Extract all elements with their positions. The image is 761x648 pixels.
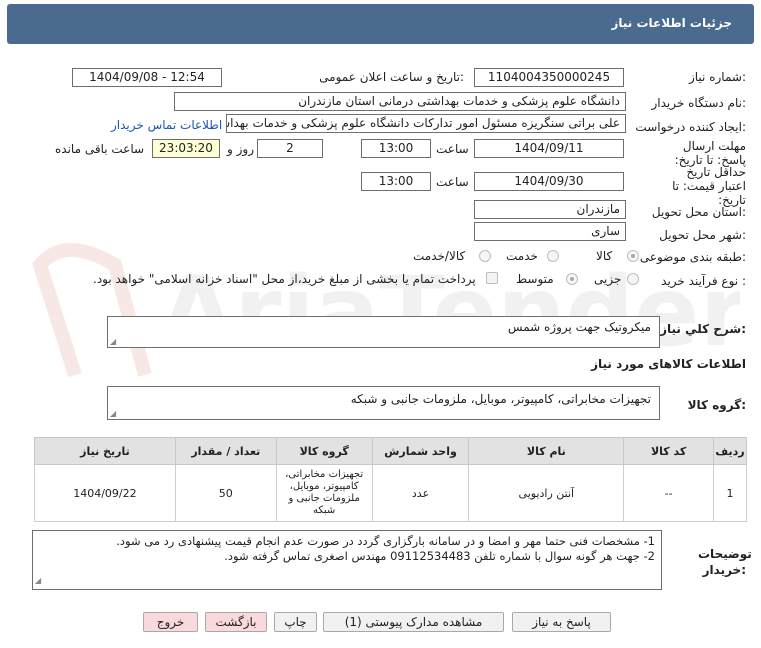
category-service-radio[interactable] [547,250,559,262]
buyer-notes-label: توضیحات خریدار: [698,547,752,577]
buyer-note-line: 2- جهت هر گونه سوال با شماره تلفن 091125… [224,549,655,563]
validity-label: حداقل تاریخ اعتبار قیمت: تا تاریخ: [672,165,746,207]
buyer-org-label: نام دستگاه خریدار: [651,96,747,110]
need-description-text: میکروتیک جهت پروژه شمس [507,320,651,334]
cell-code: -- [623,464,715,522]
cell-name: آنتن رادیویی [468,464,625,522]
purchase-partial-label: جزیی [594,272,622,286]
resize-grip-icon: ◢ [35,576,42,585]
validity-date-field: 1404/09/30 [474,172,624,191]
category-kala-radio[interactable] [627,250,639,262]
announce-datetime-label: تاریخ و ساعت اعلان عمومی: [319,70,464,84]
view-attachments-button[interactable]: مشاهده مدارک پیوستی (1) [323,612,504,632]
goods-table: ردیف کد کالا نام کالا واحد شمارش گروه کا… [34,437,747,522]
cell-group: تجهیزات مخابراتی، کامپیوتر، موبایل، ملزو… [275,464,373,522]
remaining-label: ساعت باقی مانده [55,142,145,156]
goods-group-label: گروه کالا: [687,398,746,412]
need-number-field: 1104004350000245 [474,68,624,87]
cell-unit: عدد [371,464,470,522]
category-both-label: کالا/خدمت [413,249,466,263]
province-label: استان محل تحویل: [651,205,746,219]
reply-button[interactable]: پاسخ به نیاز [512,612,611,632]
remaining-time-field: 23:03:20 [152,139,220,158]
day-and-label: روز و [227,142,254,156]
category-both-radio[interactable] [479,250,491,262]
reply-time-label: ساعت [436,142,469,156]
requester-label: ایجاد کننده درخواست: [635,120,746,134]
treasury-payment-checkbox[interactable] [486,272,498,284]
cell-row: 1 [713,464,747,522]
buyer-note-line: 1- مشخصات فنی حتما مهر و امضا و در سامان… [116,534,655,548]
purchase-partial-radio[interactable] [627,273,639,285]
col-group: گروه کالا [275,437,373,465]
goods-group-text: تجهیزات مخابراتی، کامپیوتر، موبایل، ملزو… [350,392,651,406]
validity-time-label: ساعت [436,175,469,189]
buyer-notes-area: 1- مشخصات فنی حتما مهر و امضا و در سامان… [32,530,662,590]
table-header-row: ردیف کد کالا نام کالا واحد شمارش گروه کا… [34,437,747,465]
print-button[interactable]: چاپ [274,612,317,632]
reply-days-field: 2 [257,139,323,158]
need-description-area: میکروتیک جهت پروژه شمس ◢ [107,316,660,348]
need-number-label: شماره نیاز: [688,70,746,84]
contact-info-link[interactable]: اطلاعات تماس خریدار [111,118,222,132]
purchase-medium-radio[interactable] [566,273,578,285]
col-code: کد کالا [623,437,715,465]
cell-qty: 50 [174,464,277,522]
title-bar: جزئیات اطلاعات نیاز [7,4,754,44]
reply-deadline-label: مهلت ارسال پاسخ: تا تاریخ: [674,139,746,167]
reply-time-field: 13:00 [361,139,431,158]
col-qty: تعداد / مقدار [174,437,277,465]
resize-grip-icon: ◢ [110,409,117,418]
table-row[interactable]: 1 -- آنتن رادیویی عدد تجهیزات مخابراتی، … [34,464,747,522]
need-description-label: شرح کلي نياز: [660,322,746,336]
category-service-label: خدمت [506,249,538,263]
resize-grip-icon: ◢ [110,337,117,346]
exit-button[interactable]: خروج [143,612,198,632]
category-label: طبقه بندی موضوعی: [639,250,746,264]
requester-field: علی براتی سنگریزه مسئول امور تدارکات دان… [226,114,626,133]
treasury-payment-note: پرداخت تمام یا بخشی از مبلغ خرید،از محل … [93,272,476,286]
city-label: شهر محل تحویل: [659,228,746,242]
col-date: تاریخ نیاز [34,437,176,465]
goods-info-heading: اطلاعات کالاهای مورد نیاز [591,357,746,371]
province-field: مازندران [474,200,626,219]
page-title: جزئیات اطلاعات نیاز [611,16,732,30]
goods-group-area: تجهیزات مخابراتی، کامپیوتر، موبایل، ملزو… [107,386,660,420]
col-row: ردیف [713,437,747,465]
col-unit: واحد شمارش [371,437,470,465]
category-kala-label: کالا [596,249,613,263]
reply-date-field: 1404/09/11 [474,139,624,158]
validity-time-field: 13:00 [361,172,431,191]
col-name: نام کالا [468,437,625,465]
back-button[interactable]: بازگشت [205,612,267,632]
purchase-type-label: نوع فرآیند خرید : [661,274,746,288]
cell-date: 1404/09/22 [34,464,176,522]
purchase-medium-label: متوسط [516,272,554,286]
buyer-org-field: دانشگاه علوم پزشکی و خدمات بهداشتی درمان… [174,92,626,111]
city-field: ساری [474,222,626,241]
announce-datetime-field: 1404/09/08 - 12:54 [72,68,222,87]
